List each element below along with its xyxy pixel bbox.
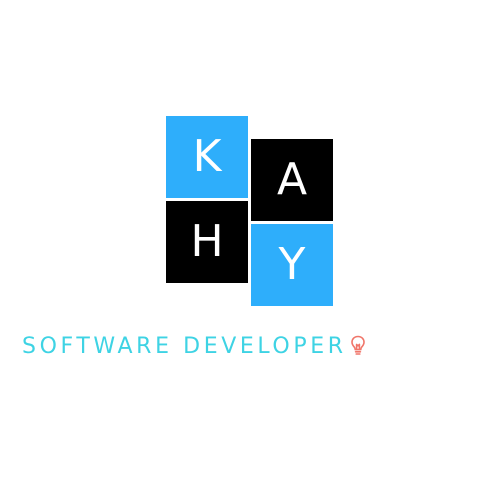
logo-letter-h: H [190,216,224,267]
lightbulb-icon [349,334,367,358]
tagline: SOFTWARE DEVELOPER [22,332,367,360]
logo-letter-y: Y [278,239,306,290]
logo-tile-h: H [166,201,248,283]
logo-tile-k: K [166,116,248,198]
logo-letter-a: A [276,154,308,205]
tagline-text: SOFTWARE DEVELOPER [22,333,347,359]
logo-tile-a: A [251,139,333,221]
logo-tile-y: Y [251,224,333,306]
logo-letter-k: K [192,131,222,182]
